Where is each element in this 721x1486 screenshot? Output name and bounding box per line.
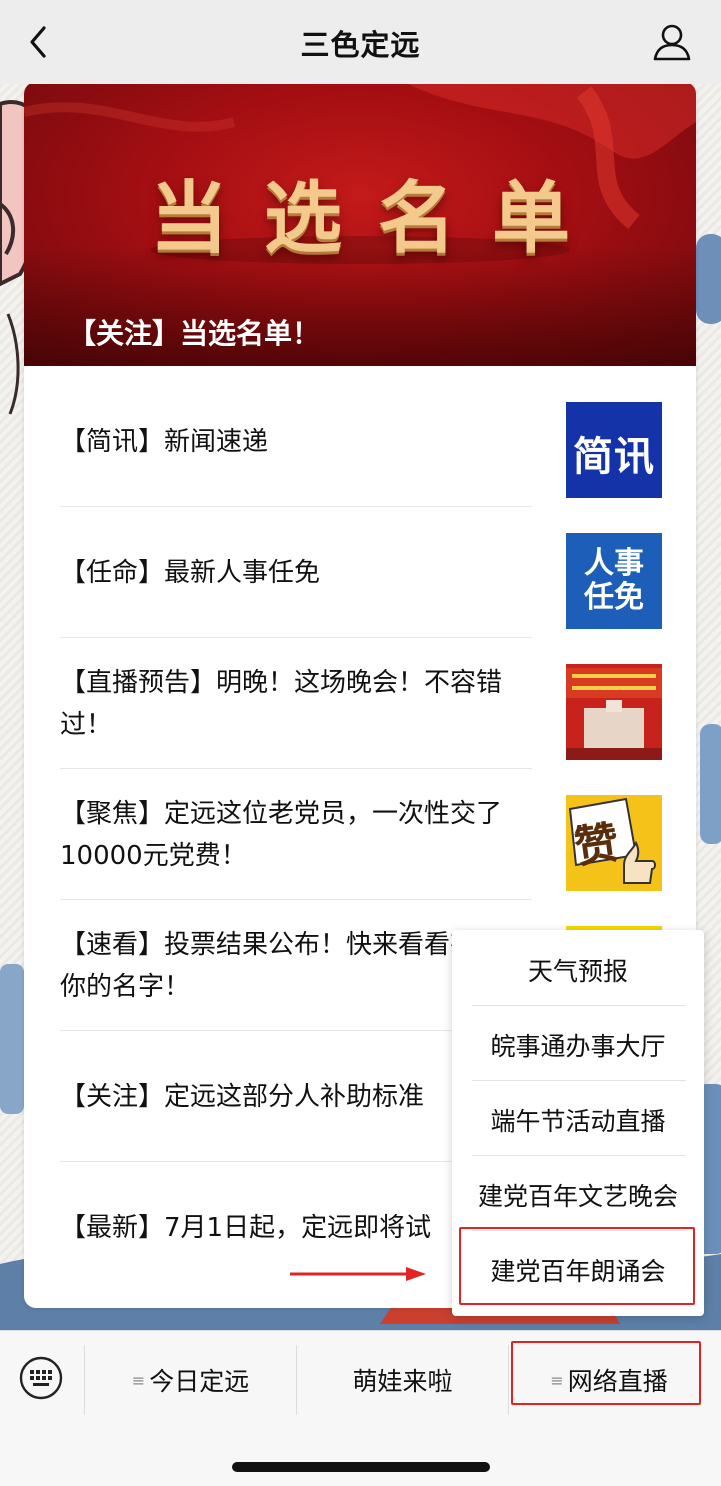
gala-poster-image	[566, 664, 662, 760]
article-thumbnail: 简讯	[566, 402, 662, 498]
divider	[472, 1155, 686, 1156]
red-arrow-icon	[290, 1267, 426, 1281]
list-item[interactable]: 【任命】最新人事任免 人事任免	[60, 507, 662, 638]
menu-button-today-dingyuan[interactable]: ≡ 今日定远	[85, 1331, 296, 1429]
highlight-box-live-menu	[511, 1341, 701, 1405]
article-thumbnail: 赞	[566, 795, 662, 891]
article-thumbnail: 人事任免	[566, 533, 662, 629]
featured-article-banner[interactable]: 当选名单 【关注】当选名单！	[24, 82, 696, 366]
submenu-item-centenary-gala[interactable]: 建党百年文艺晚会	[452, 1157, 704, 1232]
user-profile-icon[interactable]	[650, 22, 694, 62]
article-title: 【简讯】新闻速递	[60, 426, 269, 457]
list-item[interactable]: 【聚焦】定远这位老党员，一次性交了10000元党费！ 赞	[60, 769, 662, 900]
submenu-item-dragon-boat-live[interactable]: 端午节活动直播	[452, 1082, 704, 1157]
article-title: 【任命】最新人事任免	[60, 557, 321, 588]
nav-bar: 三色定远	[0, 0, 721, 84]
submenu-item-weather[interactable]: 天气预报	[452, 932, 704, 1007]
article-thumbnail	[566, 664, 662, 760]
thumb-label: 简讯	[573, 434, 655, 480]
menu-button-label: 今日定远	[149, 1367, 250, 1396]
list-item[interactable]: 【简讯】新闻速递 简讯	[60, 376, 662, 507]
banner-article-title: 【关注】当选名单！	[68, 317, 321, 350]
divider	[472, 1080, 686, 1081]
page-title: 三色定远	[300, 28, 421, 62]
thumb-label: 人事任免	[584, 546, 644, 615]
menu-button-cute-kids[interactable]: 萌娃来啦	[297, 1331, 508, 1429]
divider	[472, 1005, 686, 1006]
keyboard-icon[interactable]	[18, 1355, 64, 1401]
home-indicator	[232, 1462, 490, 1472]
article-title: 【聚焦】定远这位老党员，一次性交了10000元党费！	[60, 798, 503, 871]
menu-button-label: 萌娃来啦	[352, 1367, 453, 1396]
submenu-item-service-hall[interactable]: 皖事通办事大厅	[452, 1007, 704, 1082]
highlight-box-recitation	[459, 1227, 695, 1305]
list-item[interactable]: 【直播预告】明晚！这场晚会！不容错过！	[60, 638, 662, 769]
submenu-indicator-icon: ≡	[131, 1370, 146, 1390]
article-title: 【直播预告】明晚！这场晚会！不容错过！	[60, 667, 503, 740]
thumb-label: 赞	[571, 817, 622, 874]
